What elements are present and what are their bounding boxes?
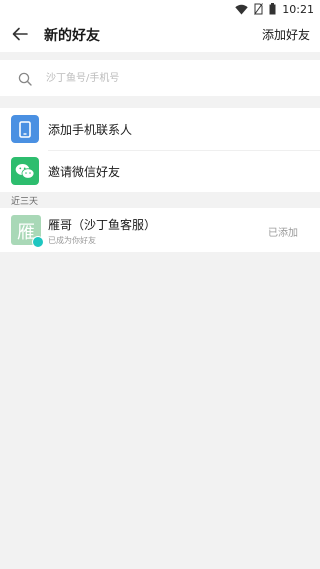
page-title: 新的好友 xyxy=(44,28,100,44)
invite-wechat-friends-item[interactable]: 邀请微信好友 xyxy=(0,150,320,192)
battery-icon xyxy=(269,0,276,19)
add-phone-contacts-label: 添加手机联系人 xyxy=(48,123,133,137)
arrow-left-icon xyxy=(12,26,28,45)
search-bar xyxy=(0,60,320,96)
section-header-recent: 近三天 xyxy=(0,193,320,207)
friend-request-row[interactable]: 雁 雁哥（沙丁鱼客服） 已成为你好友 已添加 xyxy=(0,208,320,252)
friend-status-badge: 已添加 xyxy=(268,228,298,239)
friend-subtitle: 已成为你好友 xyxy=(48,236,96,245)
action-list: 添加手机联系人 邀请微信好友 xyxy=(0,108,320,192)
no-sim-icon xyxy=(254,0,264,19)
add-friend-button[interactable]: 添加好友 xyxy=(262,26,310,43)
search-icon xyxy=(18,71,32,86)
status-bar: 10:21 xyxy=(0,0,320,18)
status-icons: 10:21 xyxy=(235,2,314,16)
back-button[interactable] xyxy=(8,24,32,46)
wechat-icon xyxy=(11,157,39,185)
avatar: 雁 xyxy=(11,215,44,248)
status-time: 10:21 xyxy=(282,2,314,16)
invite-wechat-friends-label: 邀请微信好友 xyxy=(48,165,121,179)
wifi-icon xyxy=(235,0,248,19)
section-header-label: 近三天 xyxy=(11,197,39,207)
phone-icon xyxy=(11,115,39,143)
verified-badge-icon xyxy=(32,236,44,248)
add-phone-contacts-item[interactable]: 添加手机联系人 xyxy=(0,108,320,151)
friend-name: 雁哥（沙丁鱼客服） xyxy=(48,218,157,232)
search-input[interactable] xyxy=(46,69,296,87)
title-bar: 新的好友 添加好友 xyxy=(0,18,320,52)
